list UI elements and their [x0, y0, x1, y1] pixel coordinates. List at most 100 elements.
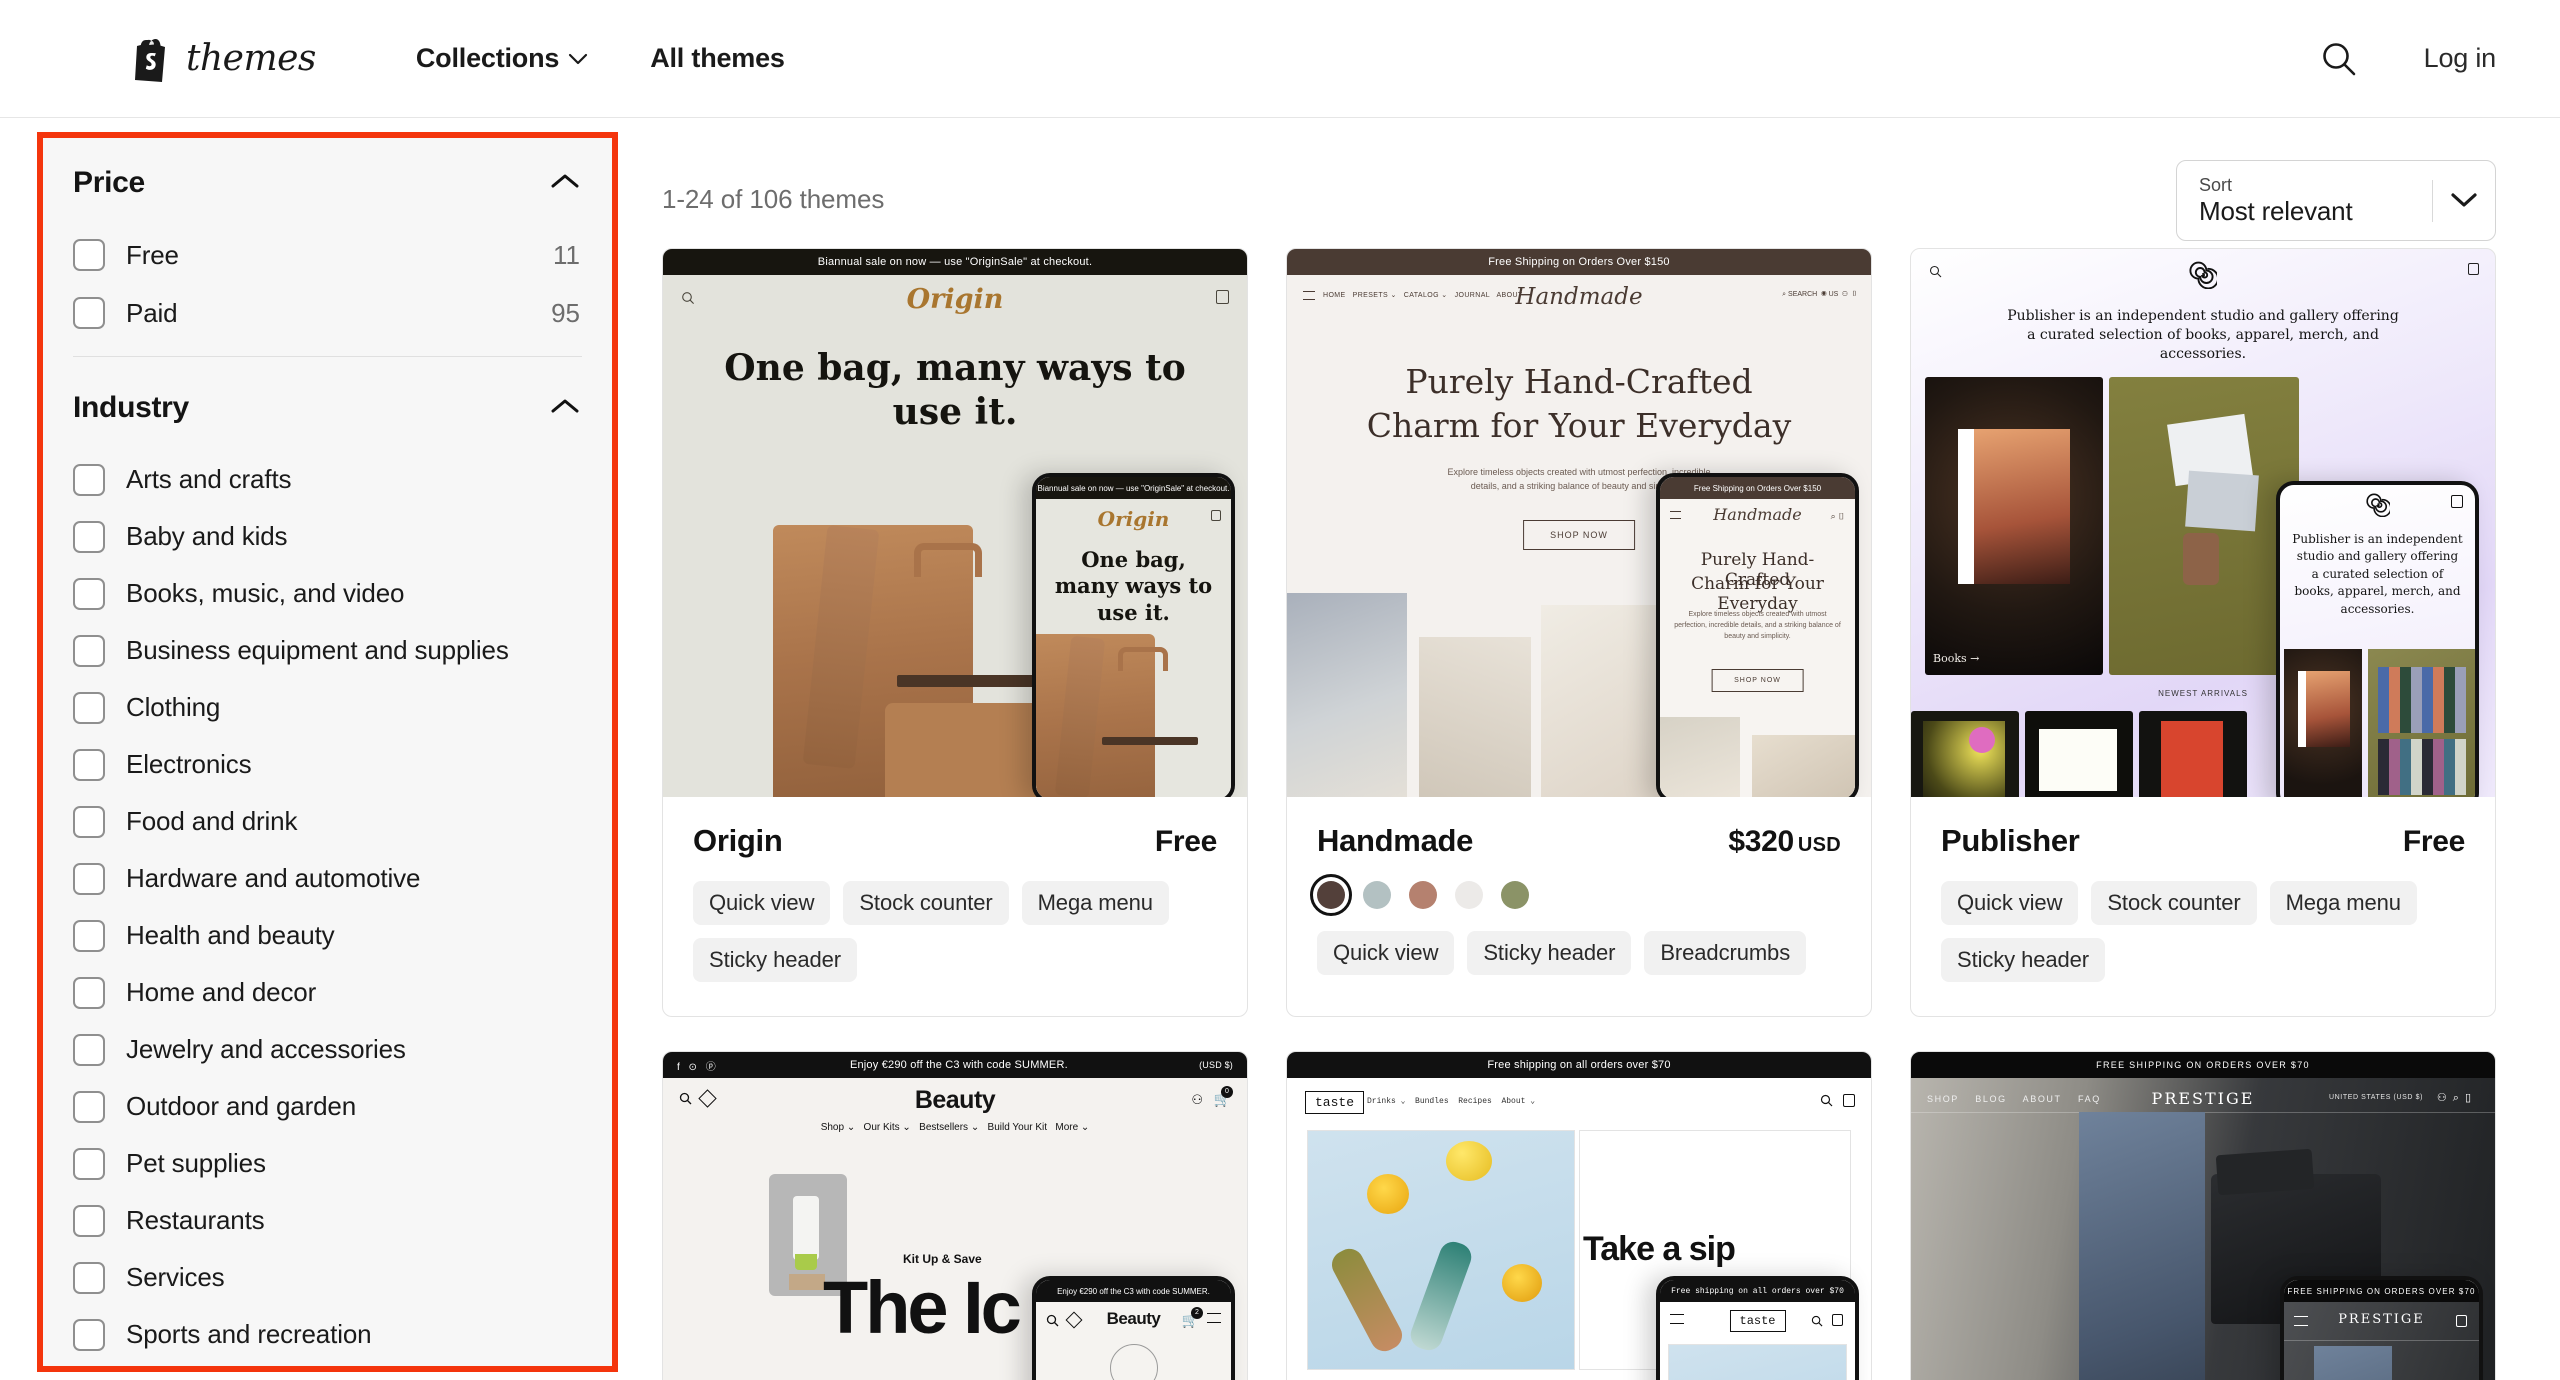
preview-announcement-bar: Free Shipping on Orders Over $150 [1287, 249, 1871, 275]
checkbox-industry[interactable] [73, 805, 105, 838]
preview-header-icons: ⚇⌕▯ [2436, 1092, 2477, 1104]
preview-mobile-headline: One bag, many ways to use it. [1054, 547, 1213, 625]
checkbox-industry[interactable] [73, 1204, 105, 1237]
nav-item-collections-label: Collections [415, 43, 560, 73]
checkbox-paid[interactable] [73, 297, 105, 329]
theme-color-swatches [1310, 874, 1841, 916]
theme-card[interactable]: FREE SHIPPING ON ORDERS OVER $70 SHOP BL… [1910, 1051, 2496, 1380]
chevron-down-icon [568, 53, 588, 65]
filter-group-industry-header[interactable]: Industry [73, 357, 582, 451]
preview-kit-label: Kit Up & Save [903, 1252, 982, 1266]
theme-name: Handmade [1317, 823, 1474, 858]
theme-card[interactable]: Free shipping on all orders over $70 tas… [1286, 1051, 1872, 1380]
filter-option-paid[interactable]: Paid 95 [73, 284, 582, 342]
preview-store-logo: Beauty [914, 1086, 996, 1114]
brand-logo[interactable]: themes [132, 36, 316, 82]
preview-mobile-frame: Biannual sale on now — use "OriginSale" … [1032, 473, 1235, 797]
color-swatch[interactable] [1409, 881, 1437, 909]
checkbox-industry[interactable] [73, 1261, 105, 1294]
checkbox-industry[interactable] [73, 1147, 105, 1180]
theme-card-title-row: Origin Free [693, 823, 1217, 859]
checkbox-industry[interactable] [73, 463, 105, 496]
nav-item-collections[interactable]: Collections [416, 43, 588, 74]
preview-store-logo: taste [1305, 1091, 1365, 1114]
preview-announcement-bar: Free shipping on all orders over $70 [1287, 1052, 1871, 1078]
filter-option-industry[interactable]: Sports and recreation [73, 1306, 582, 1363]
preview-mobile-announcement: Free Shipping on Orders Over $150 [1660, 477, 1855, 499]
filter-option-industry-label: Health and beauty [126, 920, 335, 950]
nav-item-all-themes[interactable]: All themes [650, 43, 785, 74]
checkbox-free[interactable] [73, 239, 105, 271]
filter-option-industry-label: Clothing [126, 692, 221, 722]
chevron-up-icon[interactable] [550, 397, 580, 420]
chevron-down-icon[interactable] [2433, 192, 2495, 209]
filter-option-industry[interactable]: Health and beauty [73, 907, 582, 964]
theme-price: Free [1154, 825, 1217, 858]
theme-card[interactable]: f ⊙ ⓟ Enjoy €290 off the C3 with code SU… [662, 1051, 1248, 1380]
checkbox-industry[interactable] [73, 691, 105, 724]
theme-name: Origin [693, 823, 783, 858]
preview-mobile-frame: Free shipping on all orders over $70 tas… [1656, 1276, 1859, 1380]
preview-mobile-spiral-icon [2365, 493, 2392, 522]
theme-card[interactable]: Free Shipping on Orders Over $150 HOME P… [1286, 248, 1872, 1017]
checkbox-industry[interactable] [73, 1090, 105, 1123]
filter-option-industry[interactable]: Electronics [73, 736, 582, 793]
checkbox-industry[interactable] [73, 520, 105, 553]
preview-mobile-actions: ⌕ ▯ [1830, 511, 1845, 521]
checkbox-industry[interactable] [73, 976, 105, 1009]
checkbox-industry[interactable] [73, 577, 105, 610]
filter-option-industry-label: Hardware and automotive [126, 863, 421, 893]
checkbox-industry[interactable] [73, 748, 105, 781]
feature-tag: Sticky header [693, 938, 857, 982]
preview-mobile-frame: Enjoy €290 off the C3 with code SUMMER. … [1032, 1276, 1235, 1380]
preview-mobile-subtext: Explore timeless objects created with ut… [1674, 611, 1841, 641]
color-swatch[interactable] [1455, 881, 1483, 909]
theme-card[interactable]: Biannual sale on now — use "OriginSale" … [662, 248, 1248, 1017]
color-swatch[interactable] [1363, 881, 1391, 909]
preview-mobile-search-icon [1811, 1314, 1823, 1332]
filter-option-industry-label: Services [126, 1262, 225, 1292]
color-swatch[interactable] [1310, 874, 1352, 916]
filter-option-industry-label: Food and drink [126, 806, 298, 836]
preview-header-actions: ⌕ SEARCH ◉ US ⚇ ▯ [1782, 291, 1857, 298]
filter-option-industry[interactable]: Restaurants [73, 1192, 582, 1249]
filter-option-free[interactable]: Free 11 [73, 226, 582, 284]
filter-option-industry[interactable]: Jewelry and accessories [73, 1021, 582, 1078]
shopify-bag-icon [132, 36, 172, 82]
filter-option-industry[interactable]: Business equipment and supplies [73, 622, 582, 679]
theme-card-title-row: Handmade $320 USD [1317, 823, 1841, 859]
preview-store-logo: Handmade [1515, 284, 1643, 310]
theme-preview-publisher: Publisher is an independent studio and g… [1911, 249, 2495, 797]
chevron-up-icon[interactable] [550, 172, 580, 195]
checkbox-industry[interactable] [73, 1318, 105, 1351]
feature-tag: Stock counter [843, 881, 1009, 925]
theme-feature-tags: Quick view Stock counter Mega menu Stick… [1941, 881, 2465, 982]
filter-option-industry[interactable]: Arts and crafts [73, 451, 582, 508]
filter-option-industry[interactable]: Home and decor [73, 964, 582, 1021]
filter-option-industry[interactable]: Food and drink [73, 793, 582, 850]
filter-option-industry[interactable]: Hardware and automotive [73, 850, 582, 907]
theme-grid: Biannual sale on now — use "OriginSale" … [662, 248, 2496, 1380]
checkbox-industry[interactable] [73, 1033, 105, 1066]
filter-option-industry[interactable]: Clothing [73, 679, 582, 736]
filter-option-industry[interactable]: Services [73, 1249, 582, 1306]
filter-option-industry[interactable]: Outdoor and garden [73, 1078, 582, 1135]
preview-nav: HOME PRESETS ⌄ CATALOG ⌄ JOURNAL ABOUT [1323, 292, 1523, 299]
filter-option-industry[interactable]: Books, music, and video [73, 565, 582, 622]
preview-cart-count: 0 [1221, 1086, 1233, 1098]
filter-option-industry[interactable]: Pet supplies [73, 1135, 582, 1192]
theme-card[interactable]: Publisher is an independent studio and g… [1910, 248, 2496, 1017]
preview-search-icon [1820, 1094, 1833, 1112]
checkbox-industry[interactable] [73, 634, 105, 667]
search-icon[interactable] [2320, 40, 2358, 78]
preview-mobile-logo: PRESTIGE [2338, 1312, 2425, 1327]
sort-select[interactable]: Sort Most relevant [2176, 160, 2496, 241]
login-link[interactable]: Log in [2424, 43, 2497, 74]
checkbox-industry[interactable] [73, 862, 105, 895]
filter-option-industry[interactable]: Baby and kids [73, 508, 582, 565]
color-swatch[interactable] [1501, 881, 1529, 909]
filter-group-price-header[interactable]: Price [73, 132, 582, 226]
filter-option-industry-label: Pet supplies [126, 1148, 266, 1178]
checkbox-industry[interactable] [73, 919, 105, 952]
feature-tag: Stock counter [2091, 881, 2257, 925]
